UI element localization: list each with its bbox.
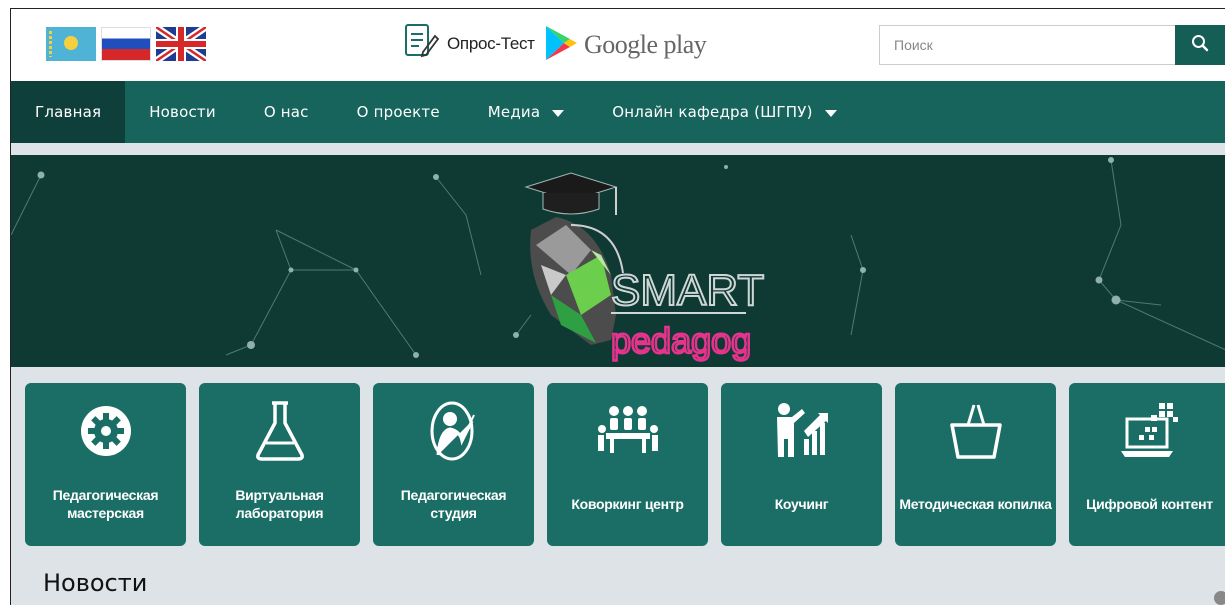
nav-item-about[interactable]: О нас <box>240 81 333 143</box>
survey-test-label: Опрос-Тест <box>447 34 535 53</box>
tile-label: Коворкинг центр <box>571 496 684 512</box>
nav-item-media[interactable]: Медиа <box>464 81 588 143</box>
tile-label: Виртуальная лаборатория <box>235 487 324 521</box>
nav-item-online-department[interactable]: Онлайн кафедра (ШГПУ) <box>588 81 860 143</box>
flask-icon <box>199 395 360 467</box>
main-nav: Главная Новости О нас О проекте Медиа Он… <box>11 81 1225 143</box>
tile-methodical-bank[interactable]: Методическая копилка <box>895 383 1056 546</box>
tile-pedagogical-workshop[interactable]: Педагогическая мастерская <box>25 383 186 546</box>
english-flag-icon[interactable] <box>156 27 206 61</box>
nav-item-project[interactable]: О проекте <box>333 81 464 143</box>
meeting-icon <box>547 395 708 467</box>
kazakh-flag-icon[interactable] <box>46 27 96 61</box>
network-lines-decoration: SMART pedagog <box>11 157 1225 362</box>
chevron-down-icon <box>552 109 565 117</box>
page: Опрос-Тест Google play Поиск Главная Нов… <box>10 8 1225 605</box>
google-play-link[interactable]: Google play <box>544 24 707 67</box>
news-section-title: Новости <box>43 569 148 597</box>
tile-label: Коучинг <box>774 496 829 512</box>
google-play-icon <box>544 24 578 67</box>
teacher-icon <box>373 395 534 467</box>
google-play-label: Google play <box>584 30 707 59</box>
tile-label: Цифровой контент <box>1086 496 1213 512</box>
hero-banner: SMART pedagog <box>11 155 1225 367</box>
basket-icon <box>895 395 1056 467</box>
russian-flag-icon[interactable] <box>101 27 151 61</box>
services-tiles: Педагогическая мастерская Виртуальная ла… <box>11 379 1225 549</box>
logo-pedagog-text: pedagog <box>611 320 751 361</box>
tile-coaching[interactable]: Коучинг <box>721 383 882 546</box>
survey-test-link[interactable]: Опрос-Тест <box>401 23 535 65</box>
top-bar: Опрос-Тест Google play <box>11 9 1225 81</box>
chevron-down-icon <box>824 109 837 117</box>
coaching-icon <box>721 395 882 467</box>
tile-label: Методическая копилка <box>899 496 1052 512</box>
tile-label: Педагогическая мастерская <box>52 487 159 521</box>
search-input[interactable] <box>879 25 1175 65</box>
nav-item-news[interactable]: Новости <box>125 81 240 143</box>
search-button[interactable] <box>1175 25 1225 65</box>
laptop-icon <box>1069 395 1225 467</box>
tile-digital-content[interactable]: Цифровой контент <box>1069 383 1225 546</box>
gear-icon <box>25 395 186 467</box>
smart-pedagog-logo-icon <box>524 172 624 345</box>
tile-virtual-lab[interactable]: Виртуальная лаборатория <box>199 383 360 546</box>
tile-pedagogical-studio[interactable]: Педагогическая студия <box>373 383 534 546</box>
scroll-indicator[interactable] <box>1214 591 1225 605</box>
tile-coworking-center[interactable]: Коворкинг центр <box>547 383 708 546</box>
survey-icon <box>401 22 441 67</box>
logo-smart-text: SMART <box>611 266 764 315</box>
search-bar <box>879 25 1225 65</box>
search-icon <box>1191 34 1209 57</box>
tile-label: Педагогическая студия <box>400 487 507 521</box>
nav-item-home[interactable]: Главная <box>11 81 126 143</box>
